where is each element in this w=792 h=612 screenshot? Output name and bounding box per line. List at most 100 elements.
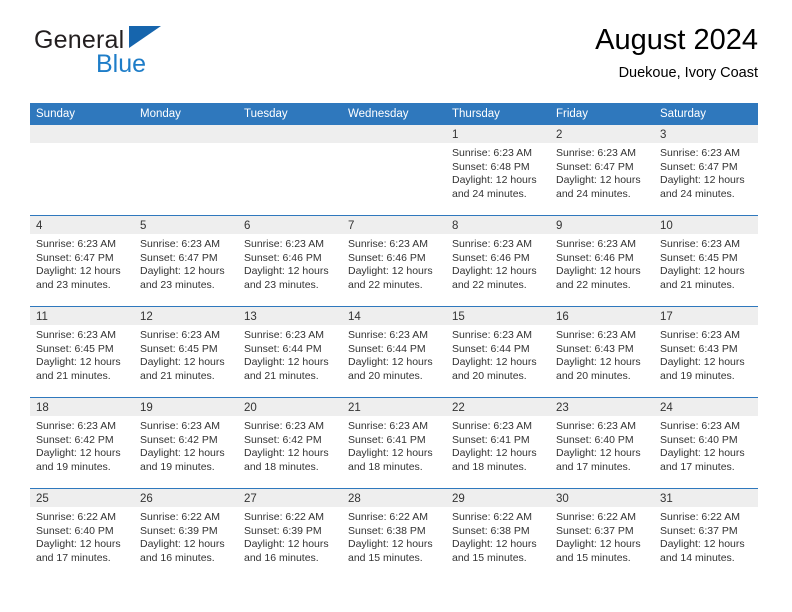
day-cell[interactable]: 22 Sunrise: 6:23 AM Sunset: 6:41 PM Dayligh… — [446, 398, 550, 488]
day-info: Sunrise: 6:22 AM Sunset: 6:37 PM Daylight:… — [550, 507, 654, 565]
day-number-band: 9 — [550, 216, 654, 234]
day-cell[interactable]: 24 Sunrise: 6:23 AM Sunset: 6:40 PM Dayligh… — [654, 398, 758, 488]
day-cell-empty — [342, 125, 446, 215]
day-cell[interactable]: 20 Sunrise: 6:23 AM Sunset: 6:42 PM Dayligh… — [238, 398, 342, 488]
title-block: August 2024 Duekoue, Ivory Coast — [595, 22, 758, 84]
calendar-week-row: 18 Sunrise: 6:23 AM Sunset: 6:42 PM Dayligh… — [30, 397, 758, 488]
day-cell[interactable]: 17 Sunrise: 6:23 AM Sunset: 6:43 PM Dayligh… — [654, 307, 758, 397]
day-cell[interactable]: 9 Sunrise: 6:23 AM Sunset: 6:46 PM Daylight… — [550, 216, 654, 306]
sunrise-text: Sunrise: 6:23 AM — [556, 329, 636, 341]
day-cell[interactable]: 3 Sunrise: 6:23 AM Sunset: 6:47 PM Daylight… — [654, 125, 758, 215]
brand-logo[interactable]: General Blue — [34, 26, 294, 86]
day-cell[interactable]: 27 Sunrise: 6:22 AM Sunset: 6:39 PM Dayligh… — [238, 489, 342, 579]
day-number: 5 — [140, 220, 147, 232]
day-number-band: 18 — [30, 398, 134, 416]
day-number-band: 10 — [654, 216, 758, 234]
daylight-text: Daylight: 12 hours and 18 minutes. — [348, 447, 433, 473]
brand-name-blue: Blue — [96, 50, 147, 78]
day-info: Sunrise: 6:23 AM Sunset: 6:47 PM Daylight:… — [550, 143, 654, 201]
day-cell[interactable]: 30 Sunrise: 6:22 AM Sunset: 6:37 PM Dayligh… — [550, 489, 654, 579]
day-number: 27 — [244, 493, 257, 505]
calendar-weeks: 1 Sunrise: 6:23 AM Sunset: 6:48 PM Daylight… — [30, 125, 758, 579]
daylight-text: Daylight: 12 hours and 17 minutes. — [36, 538, 121, 564]
sunrise-text: Sunrise: 6:23 AM — [452, 329, 532, 341]
sunrise-text: Sunrise: 6:23 AM — [660, 147, 740, 159]
sunrise-text: Sunrise: 6:23 AM — [140, 238, 220, 250]
sunrise-text: Sunrise: 6:23 AM — [36, 238, 116, 250]
day-info: Sunrise: 6:22 AM Sunset: 6:38 PM Daylight:… — [342, 507, 446, 565]
day-cell[interactable]: 23 Sunrise: 6:23 AM Sunset: 6:40 PM Dayligh… — [550, 398, 654, 488]
sunrise-text: Sunrise: 6:23 AM — [556, 238, 636, 250]
day-info: Sunrise: 6:22 AM Sunset: 6:39 PM Daylight:… — [134, 507, 238, 565]
day-cell[interactable]: 5 Sunrise: 6:23 AM Sunset: 6:47 PM Daylight… — [134, 216, 238, 306]
sunset-text: Sunset: 6:43 PM — [660, 342, 738, 355]
daylight-text: Daylight: 12 hours and 16 minutes. — [140, 538, 225, 564]
day-info: Sunrise: 6:22 AM Sunset: 6:40 PM Daylight:… — [30, 507, 134, 565]
day-info: Sunrise: 6:23 AM Sunset: 6:42 PM Daylight:… — [238, 416, 342, 474]
day-number-band: 20 — [238, 398, 342, 416]
day-number: 3 — [660, 129, 667, 141]
daylight-text: Daylight: 12 hours and 15 minutes. — [556, 538, 641, 564]
day-info: Sunrise: 6:23 AM Sunset: 6:44 PM Daylight:… — [342, 325, 446, 383]
day-cell[interactable]: 1 Sunrise: 6:23 AM Sunset: 6:48 PM Daylight… — [446, 125, 550, 215]
sunset-text: Sunset: 6:46 PM — [556, 251, 634, 264]
sunrise-text: Sunrise: 6:23 AM — [556, 420, 636, 432]
daylight-text: Daylight: 12 hours and 23 minutes. — [36, 265, 121, 291]
sunrise-text: Sunrise: 6:22 AM — [140, 511, 220, 523]
day-number-band: 23 — [550, 398, 654, 416]
day-number: 13 — [244, 311, 257, 323]
sunset-text: Sunset: 6:39 PM — [244, 524, 322, 537]
day-info: Sunrise: 6:23 AM Sunset: 6:45 PM Daylight:… — [30, 325, 134, 383]
daylight-text: Daylight: 12 hours and 24 minutes. — [452, 174, 537, 200]
day-cell[interactable]: 7 Sunrise: 6:23 AM Sunset: 6:46 PM Daylight… — [342, 216, 446, 306]
day-cell[interactable]: 19 Sunrise: 6:23 AM Sunset: 6:42 PM Dayligh… — [134, 398, 238, 488]
sunrise-text: Sunrise: 6:22 AM — [452, 511, 532, 523]
day-cell[interactable]: 31 Sunrise: 6:22 AM Sunset: 6:37 PM Dayligh… — [654, 489, 758, 579]
day-cell[interactable]: 21 Sunrise: 6:23 AM Sunset: 6:41 PM Dayligh… — [342, 398, 446, 488]
day-cell[interactable]: 4 Sunrise: 6:23 AM Sunset: 6:47 PM Daylight… — [30, 216, 134, 306]
daylight-text: Daylight: 12 hours and 17 minutes. — [556, 447, 641, 473]
day-number-band: 26 — [134, 489, 238, 507]
weekday-header-tuesday: Tuesday — [244, 108, 288, 120]
day-cell[interactable]: 10 Sunrise: 6:23 AM Sunset: 6:45 PM Dayligh… — [654, 216, 758, 306]
day-number: 11 — [36, 311, 48, 323]
day-number: 31 — [660, 493, 673, 505]
day-cell[interactable]: 26 Sunrise: 6:22 AM Sunset: 6:39 PM Dayligh… — [134, 489, 238, 579]
sunrise-text: Sunrise: 6:22 AM — [244, 511, 324, 523]
day-cell[interactable]: 6 Sunrise: 6:23 AM Sunset: 6:46 PM Daylight… — [238, 216, 342, 306]
sunrise-text: Sunrise: 6:23 AM — [244, 420, 324, 432]
daylight-text: Daylight: 12 hours and 15 minutes. — [452, 538, 537, 564]
day-cell[interactable]: 29 Sunrise: 6:22 AM Sunset: 6:38 PM Dayligh… — [446, 489, 550, 579]
day-cell[interactable]: 18 Sunrise: 6:23 AM Sunset: 6:42 PM Dayligh… — [30, 398, 134, 488]
day-cell[interactable]: 25 Sunrise: 6:22 AM Sunset: 6:40 PM Dayligh… — [30, 489, 134, 579]
day-cell[interactable]: 15 Sunrise: 6:23 AM Sunset: 6:44 PM Dayligh… — [446, 307, 550, 397]
day-cell[interactable]: 16 Sunrise: 6:23 AM Sunset: 6:43 PM Dayligh… — [550, 307, 654, 397]
day-number-band: 3 — [654, 125, 758, 143]
day-cell[interactable]: 2 Sunrise: 6:23 AM Sunset: 6:47 PM Daylight… — [550, 125, 654, 215]
day-number: 30 — [556, 493, 569, 505]
day-cell[interactable]: 13 Sunrise: 6:23 AM Sunset: 6:44 PM Dayligh… — [238, 307, 342, 397]
sunset-text: Sunset: 6:47 PM — [140, 251, 218, 264]
day-number: 28 — [348, 493, 361, 505]
sunrise-text: Sunrise: 6:23 AM — [452, 147, 532, 159]
day-info: Sunrise: 6:23 AM Sunset: 6:46 PM Daylight:… — [238, 234, 342, 292]
sunset-text: Sunset: 6:40 PM — [660, 433, 738, 446]
sunrise-text: Sunrise: 6:23 AM — [36, 329, 116, 341]
sunrise-text: Sunrise: 6:22 AM — [36, 511, 116, 523]
sunset-text: Sunset: 6:44 PM — [244, 342, 322, 355]
calendar-week-row: 4 Sunrise: 6:23 AM Sunset: 6:47 PM Daylight… — [30, 215, 758, 306]
sunrise-text: Sunrise: 6:23 AM — [244, 329, 324, 341]
day-number: 6 — [244, 220, 251, 232]
day-cell[interactable]: 14 Sunrise: 6:23 AM Sunset: 6:44 PM Dayligh… — [342, 307, 446, 397]
day-number-band: 2 — [550, 125, 654, 143]
day-cell[interactable]: 11 Sunrise: 6:23 AM Sunset: 6:45 PM Dayligh… — [30, 307, 134, 397]
day-info: Sunrise: 6:23 AM Sunset: 6:46 PM Daylight:… — [342, 234, 446, 292]
day-number: 1 — [452, 129, 459, 141]
day-info: Sunrise: 6:23 AM Sunset: 6:44 PM Daylight:… — [238, 325, 342, 383]
day-cell[interactable]: 8 Sunrise: 6:23 AM Sunset: 6:46 PM Daylight… — [446, 216, 550, 306]
sunset-text: Sunset: 6:47 PM — [660, 160, 738, 173]
day-cell[interactable]: 12 Sunrise: 6:23 AM Sunset: 6:45 PM Dayligh… — [134, 307, 238, 397]
sunset-text: Sunset: 6:41 PM — [452, 433, 530, 446]
day-cell[interactable]: 28 Sunrise: 6:22 AM Sunset: 6:38 PM Dayligh… — [342, 489, 446, 579]
day-info: Sunrise: 6:23 AM Sunset: 6:42 PM Daylight:… — [134, 416, 238, 474]
